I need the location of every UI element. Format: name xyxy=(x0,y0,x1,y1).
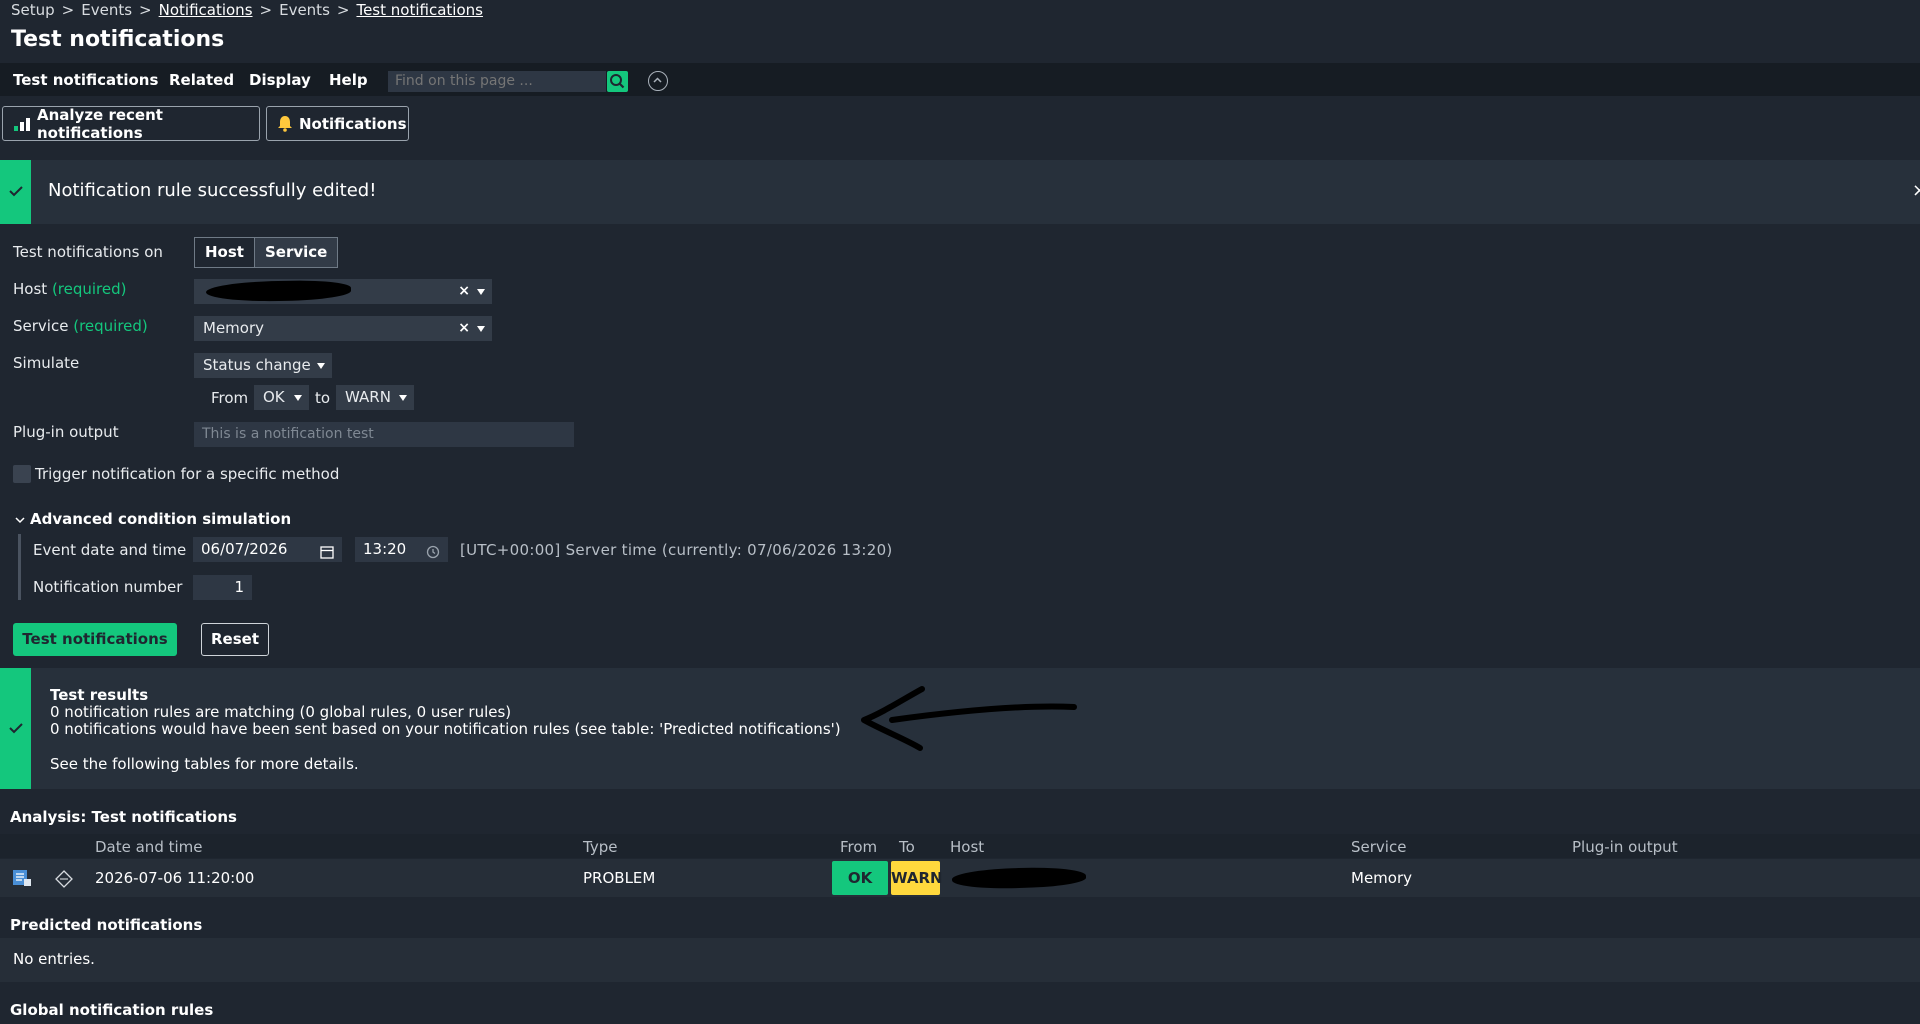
clear-host-button[interactable]: × xyxy=(458,279,470,304)
event-time-input[interactable]: 13:20 xyxy=(355,537,448,562)
analyze-recent-notifications-button[interactable]: Analyze recent notifications xyxy=(2,106,260,142)
col-service: Service xyxy=(1351,838,1407,856)
calendar-icon[interactable] xyxy=(320,542,334,567)
advanced-section-indent-bar xyxy=(18,534,21,600)
breadcrumb-events: Events xyxy=(81,1,133,19)
trigger-specific-method-label: Trigger notification for a specific meth… xyxy=(35,465,340,483)
analysis-title: Analysis: Test notifications xyxy=(10,808,237,826)
event-date-label: Event date and time xyxy=(33,541,187,559)
breadcrumb-events-2: Events xyxy=(279,1,330,19)
trigger-specific-method-checkbox[interactable] xyxy=(13,465,31,483)
bar-chart-icon xyxy=(13,117,31,131)
to-state-select[interactable]: WARN xyxy=(336,385,414,410)
chevron-down-icon xyxy=(477,289,485,295)
hand-drawn-arrow-annotation xyxy=(861,686,1077,751)
breadcrumb-test-notifications-link[interactable]: Test notifications xyxy=(356,1,482,19)
col-to: To xyxy=(899,838,915,856)
row-date: 2026-07-06 11:20:00 xyxy=(95,869,255,887)
results-line-3: See the following tables for more detail… xyxy=(50,755,359,773)
close-banner-button[interactable]: × xyxy=(1912,180,1920,201)
col-from: From xyxy=(840,838,878,856)
chevron-down-icon xyxy=(399,395,407,401)
bell-icon xyxy=(277,115,293,132)
notification-number-label: Notification number xyxy=(33,578,183,596)
check-icon xyxy=(8,720,24,740)
col-plugin-output: Plug-in output xyxy=(1572,838,1678,856)
col-host: Host xyxy=(950,838,985,856)
service-select[interactable]: Memory × xyxy=(194,316,492,341)
check-icon xyxy=(8,183,24,203)
col-type: Type xyxy=(583,838,618,856)
chevron-up-icon xyxy=(653,77,662,83)
toggle-service[interactable]: Service xyxy=(254,238,338,267)
to-label: to xyxy=(315,389,331,407)
diamond-icon[interactable] xyxy=(55,870,73,892)
event-date-input[interactable]: 06/07/2026 xyxy=(193,537,342,562)
predicted-title: Predicted notifications xyxy=(10,916,203,934)
page-title: Test notifications xyxy=(11,27,225,52)
menu-related[interactable]: Related xyxy=(169,71,234,89)
menu-test-notifications[interactable]: Test notifications xyxy=(13,71,158,89)
chevron-down-icon xyxy=(294,395,302,401)
chevron-down-icon xyxy=(15,516,25,523)
state-badge-ok: OK xyxy=(832,861,888,895)
success-message-banner: Notification rule successfully edited! × xyxy=(0,160,1920,224)
col-date-time: Date and time xyxy=(95,838,203,856)
no-entries-text: No entries. xyxy=(13,950,95,968)
breadcrumb-setup: Setup xyxy=(11,1,55,19)
host-label: Host (required) xyxy=(13,280,127,298)
plugin-output-input[interactable]: This is a notification test xyxy=(194,422,574,447)
breadcrumb-notifications-link[interactable]: Notifications xyxy=(159,1,253,19)
results-line-2: 0 notifications would have been sent bas… xyxy=(50,720,841,738)
simulate-select[interactable]: Status change xyxy=(194,353,332,378)
global-rules-title: Global notification rules xyxy=(10,1001,214,1019)
results-title: Test results xyxy=(50,686,149,704)
chevron-down-icon xyxy=(477,326,485,332)
results-line-1: 0 notification rules are matching (0 glo… xyxy=(50,703,512,721)
breadcrumb: Setup > Events > Notifications > Events > Test n… xyxy=(11,1,483,19)
row-type: PROBLEM xyxy=(583,869,656,887)
from-label: From xyxy=(211,389,249,407)
clear-service-button[interactable]: × xyxy=(458,316,470,341)
advanced-simulation-toggle[interactable]: Advanced condition simulation xyxy=(14,510,291,528)
menu-display[interactable]: Display xyxy=(249,71,311,89)
chevron-down-icon xyxy=(317,363,325,369)
analysis-table-header: Date and time Type From To Host Service … xyxy=(0,834,1920,858)
from-state-select[interactable]: OK xyxy=(254,385,309,410)
simulate-label: Simulate xyxy=(13,354,80,372)
search-icon xyxy=(610,74,625,89)
notification-number-input[interactable]: 1 xyxy=(193,575,252,600)
menu-help[interactable]: Help xyxy=(329,71,368,89)
redacted-host-value xyxy=(951,865,1087,891)
clock-icon[interactable] xyxy=(426,542,440,567)
predicted-notifications-table: No entries. xyxy=(0,938,1920,982)
test-on-toggle: Host Service xyxy=(194,237,339,268)
reset-button[interactable]: Reset xyxy=(201,623,269,656)
find-on-page-input[interactable] xyxy=(388,71,606,92)
notification-log-icon[interactable] xyxy=(12,869,32,891)
menubar: Test notifications Related Display Help xyxy=(0,63,1920,96)
row-service: Memory xyxy=(1351,869,1413,887)
success-message: Notification rule successfully edited! xyxy=(48,180,377,201)
notifications-button[interactable]: Notifications xyxy=(266,106,409,141)
test-on-label: Test notifications on xyxy=(13,243,163,261)
service-label: Service (required) xyxy=(13,317,148,335)
plugin-output-label: Plug-in output xyxy=(13,423,119,441)
collapse-menu-button[interactable] xyxy=(648,71,668,91)
table-row: 2026-07-06 11:20:00 PROBLEM OK WARN Memo… xyxy=(0,859,1920,897)
toggle-host[interactable]: Host xyxy=(195,238,255,267)
test-notifications-button[interactable]: Test notifications xyxy=(13,623,177,656)
search-button[interactable] xyxy=(607,71,628,92)
state-badge-warn: WARN xyxy=(891,861,943,895)
server-time-note: [UTC+00:00] Server time (currently: 07/0… xyxy=(460,541,893,559)
